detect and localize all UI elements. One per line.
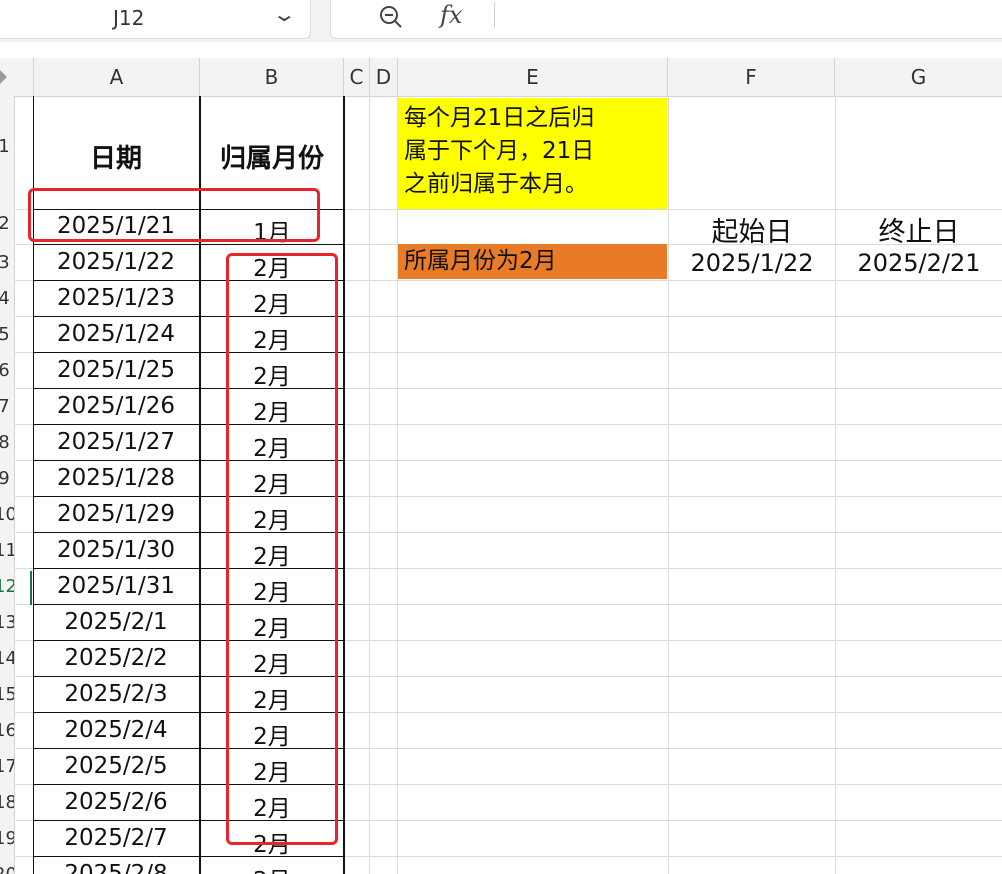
cell-date[interactable]: 2025/2/7 <box>33 825 199 851</box>
cell-date[interactable]: 2025/1/24 <box>33 321 199 347</box>
row-header-19[interactable]: 19 <box>0 828 14 849</box>
highlight-box-month-column <box>226 253 338 845</box>
row-header-17[interactable]: 17 <box>0 756 14 777</box>
cell-date[interactable]: 2025/2/3 <box>33 681 199 707</box>
column-headers: A B C D E F G <box>0 58 1002 97</box>
cell-date[interactable]: 2025/1/25 <box>33 357 199 383</box>
highlight-box-first-row <box>28 188 320 242</box>
cell-date[interactable]: 2025/2/8 <box>33 861 199 874</box>
row-header-15[interactable]: 15 <box>0 684 14 705</box>
name-box-value[interactable]: J12 <box>113 6 144 30</box>
column-header-f[interactable]: F <box>668 58 835 96</box>
column-header-a[interactable]: A <box>34 58 200 96</box>
fx-icon[interactable]: fx <box>440 1 462 29</box>
zoom-out-icon[interactable] <box>378 4 404 30</box>
cell-date[interactable]: 2025/1/31 <box>33 573 199 599</box>
rule-note-cell[interactable]: 每个月21日之后归 属于下个月，21日 之前归属于本月。 <box>398 98 667 209</box>
row-header-14[interactable]: 14 <box>0 648 14 669</box>
cell-date[interactable]: 2025/1/22 <box>33 249 199 275</box>
formula-input[interactable] <box>500 4 994 36</box>
cell-month[interactable]: 2月 <box>200 861 344 874</box>
row-header-12[interactable]: 12 <box>0 576 14 597</box>
active-row-indicator <box>30 571 32 605</box>
rule-note-line-2: 属于下个月，21日 <box>404 138 595 164</box>
gridline <box>397 96 398 874</box>
cell-date[interactable]: 2025/2/1 <box>33 609 199 635</box>
cell-date[interactable]: 2025/1/28 <box>33 465 199 491</box>
column-header-e[interactable]: E <box>398 58 668 96</box>
row-headers: 1 2 3 4 5 6 7 8 9 10 11 12 13 14 15 16 1… <box>0 96 15 874</box>
end-label-cell[interactable]: 终止日 <box>836 210 1002 249</box>
row-header-20[interactable]: 20 <box>0 864 14 874</box>
row-header-8[interactable]: 8 <box>0 432 14 453</box>
column-header-c[interactable]: C <box>344 58 370 96</box>
cell-date[interactable]: 2025/1/27 <box>33 429 199 455</box>
row-header-1[interactable]: 1 <box>0 136 14 157</box>
row-header-5[interactable]: 5 <box>0 324 14 345</box>
belong-month-cell[interactable]: 所属月份为2月 <box>398 244 667 279</box>
rule-note-line-3: 之前归属于本月。 <box>404 171 588 197</box>
column-header-g[interactable]: G <box>835 58 1002 96</box>
row-header-18[interactable]: 18 <box>0 792 14 813</box>
cell-date[interactable]: 2025/1/26 <box>33 393 199 419</box>
row-header-4[interactable]: 4 <box>0 288 14 309</box>
row-header-11[interactable]: 11 <box>0 540 14 561</box>
row-header-7[interactable]: 7 <box>0 396 14 417</box>
formula-bar: J12 ⌄ fx <box>0 0 1002 42</box>
cell-grid[interactable]: 日期 归属月份 2025/1/21 1月 2025/1/22 2月 2025/1… <box>14 96 1002 874</box>
select-all-triangle-icon[interactable] <box>0 70 7 84</box>
cell-date[interactable]: 2025/1/29 <box>33 501 199 527</box>
cell-date[interactable]: 2025/2/6 <box>33 789 199 815</box>
row-header-16[interactable]: 16 <box>0 720 14 741</box>
start-label-cell[interactable]: 起始日 <box>669 210 835 249</box>
row-header-6[interactable]: 6 <box>0 360 14 381</box>
gridline <box>369 96 370 874</box>
header-date[interactable]: 日期 <box>33 138 199 175</box>
chevron-down-icon[interactable]: ⌄ <box>272 2 297 26</box>
column-header-b[interactable]: B <box>200 58 344 96</box>
row-header-13[interactable]: 13 <box>0 612 14 633</box>
formula-divider <box>494 2 495 28</box>
row-header-10[interactable]: 10 <box>0 504 14 525</box>
cell-date[interactable]: 2025/1/23 <box>33 285 199 311</box>
cell-date[interactable]: 2025/2/2 <box>33 645 199 671</box>
name-box[interactable]: J12 ⌄ <box>0 0 311 39</box>
start-date-cell[interactable]: 2025/1/22 <box>669 249 835 277</box>
header-month[interactable]: 归属月份 <box>201 138 343 175</box>
row-header-3[interactable]: 3 <box>0 252 14 273</box>
column-header-d[interactable]: D <box>370 58 398 96</box>
cell-date[interactable]: 2025/2/4 <box>33 717 199 743</box>
row-header-9[interactable]: 9 <box>0 468 14 489</box>
cell-date[interactable]: 2025/2/5 <box>33 753 199 779</box>
end-date-cell[interactable]: 2025/2/21 <box>836 249 1002 277</box>
row-header-2[interactable]: 2 <box>0 213 14 234</box>
rule-note-line-1: 每个月21日之后归 <box>404 105 595 131</box>
cell-date[interactable]: 2025/1/30 <box>33 537 199 563</box>
